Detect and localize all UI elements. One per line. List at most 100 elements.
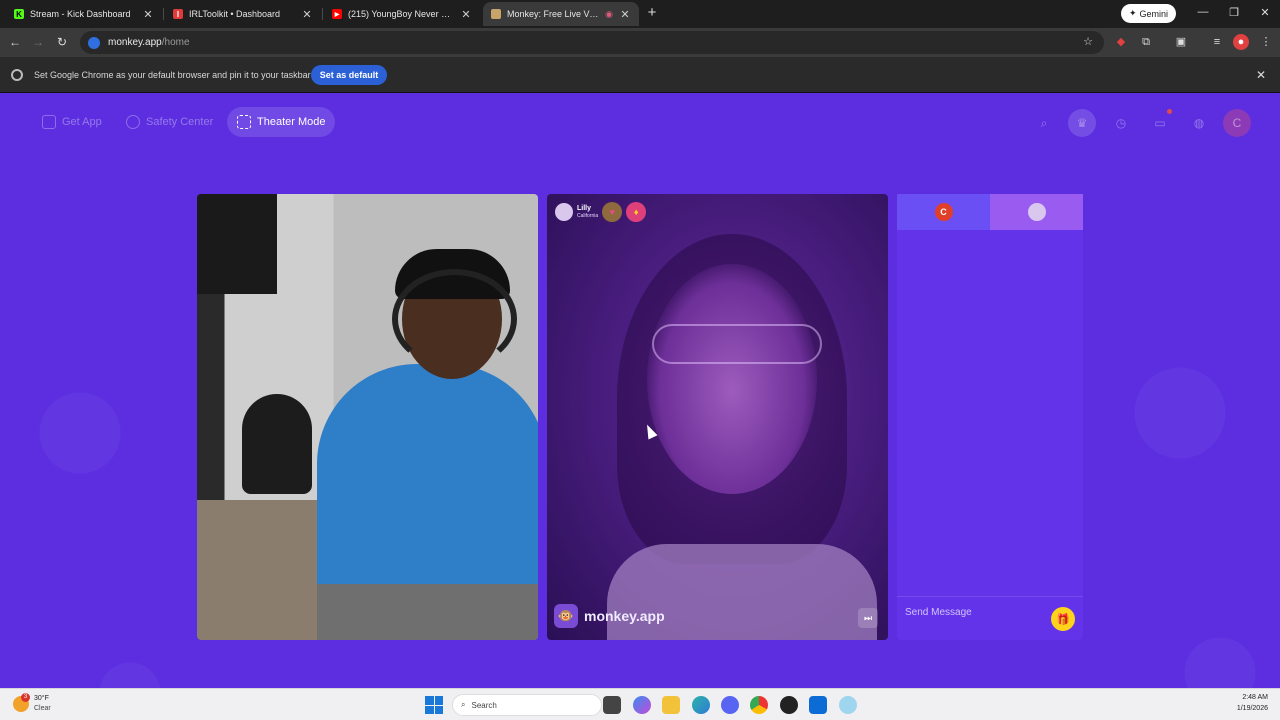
tab-title: Monkey: Free Live Video Chat (507, 9, 599, 19)
start-icon[interactable] (425, 696, 443, 714)
url-host: monkey.app (108, 37, 162, 48)
profile-initial: C (1232, 116, 1242, 130)
extensions-puzzle-icon[interactable]: ⧉ (1138, 34, 1154, 50)
tab-divider (322, 8, 323, 20)
get-app-button[interactable]: Get App (32, 107, 112, 137)
theater-mode-label: Theater Mode (257, 116, 326, 128)
weather-temp: 30°F (34, 695, 49, 702)
kick-icon: K (14, 9, 24, 19)
self-avatar: C (934, 203, 953, 221)
restore-icon[interactable]: ❐ (1226, 6, 1242, 19)
heart-icon[interactable]: ♥ (602, 202, 623, 222)
profile-avatar[interactable]: ● (1233, 34, 1249, 50)
safety-center-button[interactable]: Safety Center (116, 107, 223, 137)
chair-shape (242, 394, 312, 494)
forward-icon[interactable]: → (30, 34, 46, 50)
clock-time[interactable]: 2:48 AM (1242, 694, 1268, 701)
split-view-icon[interactable]: ▣ (1173, 34, 1189, 50)
gift-icon[interactable]: 🎁 (1051, 607, 1075, 631)
glasses-shape (652, 324, 822, 364)
default-browser-infobar: Set Google Chrome as your default browse… (0, 57, 1280, 93)
messages-icon[interactable]: ▭ (1146, 109, 1174, 137)
obs-icon[interactable] (780, 696, 798, 714)
chat-tab-self[interactable]: C (897, 194, 990, 230)
chrome-icon[interactable] (750, 696, 768, 714)
minimize-icon[interactable]: — (1195, 6, 1211, 18)
shield-icon (126, 115, 140, 129)
safety-center-label: Safety Center (146, 116, 214, 128)
chrome-icon (11, 69, 23, 81)
tab-monkey[interactable]: Monkey: Free Live Video Chat ◉ ✕ (483, 2, 639, 26)
edge-icon[interactable] (692, 696, 710, 714)
reload-icon[interactable]: ↻ (54, 34, 70, 50)
task-view-icon[interactable] (603, 696, 621, 714)
chat-panel: C Send Message 🎁 (897, 194, 1083, 640)
clock-date[interactable]: 1/19/2026 (1237, 705, 1268, 712)
friends-icon[interactable]: ◍ (1185, 109, 1213, 137)
taskbar-search[interactable]: ⌕ Search (452, 694, 602, 716)
face-shape (647, 264, 817, 494)
get-app-label: Get App (62, 116, 102, 128)
gemini-button[interactable]: ✦ Gemini (1121, 4, 1176, 23)
youtube-icon: ▶ (332, 9, 342, 19)
monkey-icon (491, 9, 501, 19)
pants-shape (317, 584, 538, 640)
tab-divider (163, 8, 164, 20)
media-controls-icon[interactable]: ≡ (1209, 34, 1225, 50)
search-icon[interactable]: ⌕ (1030, 109, 1058, 137)
expand-icon (237, 115, 251, 129)
peer-info[interactable]: Lilly California ♥ ♦ (555, 202, 647, 222)
phone-icon (42, 115, 56, 129)
extension-icon[interactable]: ◆ (1113, 34, 1129, 50)
close-icon[interactable]: ✕ (460, 8, 472, 21)
profile-avatar[interactable]: C (1223, 109, 1251, 137)
peer-text: Lilly California (577, 205, 598, 220)
address-bar[interactable]: monkey.app/home (80, 31, 1104, 54)
site-info-icon[interactable] (88, 36, 100, 49)
monkey-page: Get App Safety Center Theater Mode ⌕ ♛ ◷… (0, 93, 1280, 688)
headset-shape (392, 269, 517, 369)
file-explorer-icon[interactable] (662, 696, 680, 714)
back-icon[interactable]: ← (7, 34, 23, 50)
message-input[interactable]: Send Message 🎁 (897, 596, 1083, 640)
history-icon[interactable]: ◷ (1107, 109, 1135, 137)
chat-tabs: C (897, 194, 1083, 230)
tab-kick-dashboard[interactable]: K Stream - Kick Dashboard ✕ (6, 2, 162, 26)
url-path: /home (161, 37, 190, 48)
crown-icon[interactable]: ♛ (1068, 109, 1096, 137)
window-close-icon[interactable]: ✕ (1257, 6, 1273, 19)
self-video (197, 194, 538, 640)
close-icon[interactable]: ✕ (1256, 68, 1266, 82)
browser-toolbar: ← → ↻ monkey.app/home ☆ ◆ ⧉ ▣ ≡ ● ⋮ (0, 28, 1280, 57)
search-label: Search (471, 700, 497, 710)
chat-tab-peer[interactable] (990, 194, 1083, 230)
store-icon[interactable] (809, 696, 827, 714)
infobar-text: Set Google Chrome as your default browse… (34, 70, 311, 80)
discord-icon[interactable] (721, 696, 739, 714)
app-icon[interactable] (839, 696, 857, 714)
more-menu-icon[interactable]: ⋮ (1258, 34, 1274, 50)
copilot-icon[interactable] (633, 696, 651, 714)
peer-avatar[interactable] (555, 203, 573, 221)
notification-dot (1167, 109, 1172, 114)
skip-icon[interactable]: ⏭ (858, 608, 878, 628)
close-icon[interactable]: ✕ (301, 8, 313, 21)
bookmark-star-icon[interactable]: ☆ (1080, 34, 1096, 50)
new-tab-button[interactable]: + (644, 5, 660, 21)
peer-location: California (577, 212, 599, 219)
peer-name: Lilly (577, 204, 592, 212)
tab-youtube[interactable]: ▶ (215) YoungBoy Never Broke Again ✕ (324, 2, 480, 26)
weather-condition: Clear (34, 705, 51, 712)
brand-text: monkey.app (584, 608, 665, 624)
close-icon[interactable]: ✕ (619, 8, 631, 21)
set-default-button[interactable]: Set as default (311, 65, 387, 85)
tab-irltoolkit[interactable]: I IRLToolkit • Dashboard ✕ (165, 2, 321, 26)
browser-tab-strip: K Stream - Kick Dashboard ✕ I IRLToolkit… (0, 0, 1280, 28)
gemini-label: Gemini (1139, 8, 1169, 19)
theater-mode-button[interactable]: Theater Mode (227, 107, 336, 137)
recording-icon: ◉ (605, 8, 613, 19)
gift-icon[interactable]: ♦ (626, 202, 647, 222)
monkey-logo-icon: 🐵 (554, 604, 578, 628)
close-icon[interactable]: ✕ (142, 8, 154, 21)
send-message-placeholder: Send Message (905, 607, 972, 618)
